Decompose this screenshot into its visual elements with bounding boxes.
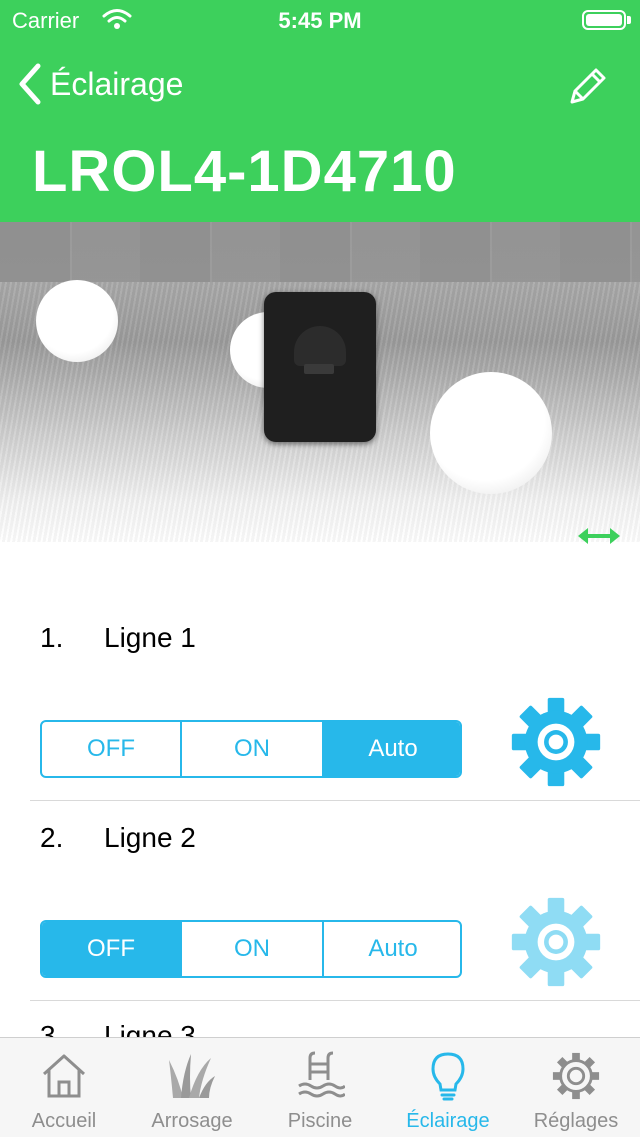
line-number: 1. xyxy=(40,622,64,653)
mode-auto-option[interactable]: Auto xyxy=(324,722,460,776)
list-item-line-1: 1. Ligne 1 OFF ON Auto xyxy=(0,600,640,800)
mode-off-option[interactable]: OFF xyxy=(42,722,182,776)
mode-on-option[interactable]: ON xyxy=(182,922,324,976)
line-name: Ligne 2 xyxy=(104,822,196,853)
grass-icon xyxy=(169,1054,215,1098)
chevron-left-icon xyxy=(19,63,41,105)
tab-eclairage[interactable]: Éclairage xyxy=(384,1038,512,1137)
tab-arrosage[interactable]: Arrosage xyxy=(128,1038,256,1137)
back-button[interactable]: Éclairage xyxy=(16,60,183,108)
pool-ladder-icon xyxy=(298,1051,345,1098)
controller-photo xyxy=(0,222,640,542)
battery-tip xyxy=(627,16,631,24)
tab-piscine[interactable]: Piscine xyxy=(256,1038,384,1137)
gear-icon[interactable] xyxy=(510,896,602,988)
controller-dome xyxy=(294,326,346,366)
header: Carrier 5:45 PM Éclairage LROL4-1D4710 xyxy=(0,0,640,222)
line-name: Ligne 1 xyxy=(104,622,196,653)
tab-label: Arrosage xyxy=(151,1110,233,1132)
home-icon xyxy=(42,1054,86,1098)
tab-label: Piscine xyxy=(287,1110,353,1132)
stone-wall xyxy=(0,222,640,282)
status-time: 5:45 PM xyxy=(278,8,362,33)
pencil-icon[interactable] xyxy=(564,62,612,110)
status-bar: Carrier 5:45 PM xyxy=(0,0,640,40)
controller-device-image xyxy=(264,292,376,442)
line-number: 2. xyxy=(40,822,64,853)
garden-globe-light xyxy=(430,372,552,494)
mode-segmented-control: OFF ON Auto xyxy=(40,720,462,778)
list-item-line-2: 2. Ligne 2 OFF ON Auto xyxy=(0,800,640,1000)
mode-on-option[interactable]: ON xyxy=(182,722,324,776)
swap-horizontal-icon[interactable] xyxy=(576,524,622,548)
controller-plate xyxy=(304,364,334,374)
gear-icon[interactable] xyxy=(510,696,602,788)
tab-label: Accueil xyxy=(31,1110,97,1132)
tab-reglages[interactable]: Réglages xyxy=(512,1038,640,1137)
battery-icon xyxy=(582,10,626,30)
mode-segmented-control: OFF ON Auto xyxy=(40,920,462,978)
tab-label: Éclairage xyxy=(406,1110,490,1132)
gear-icon xyxy=(552,1052,600,1100)
lightbulb-icon xyxy=(431,1052,465,1101)
tab-label: Réglages xyxy=(533,1110,619,1132)
garden-globe-light xyxy=(36,280,118,362)
tab-accueil[interactable]: Accueil xyxy=(0,1038,128,1137)
tab-bar: Accueil Arrosage Piscine Éclairage Régla… xyxy=(0,1037,640,1137)
mode-off-option[interactable]: OFF xyxy=(42,922,182,976)
mode-auto-option[interactable]: Auto xyxy=(324,922,460,976)
back-label: Éclairage xyxy=(50,65,184,102)
page-title: LROL4-1D4710 xyxy=(32,139,457,204)
